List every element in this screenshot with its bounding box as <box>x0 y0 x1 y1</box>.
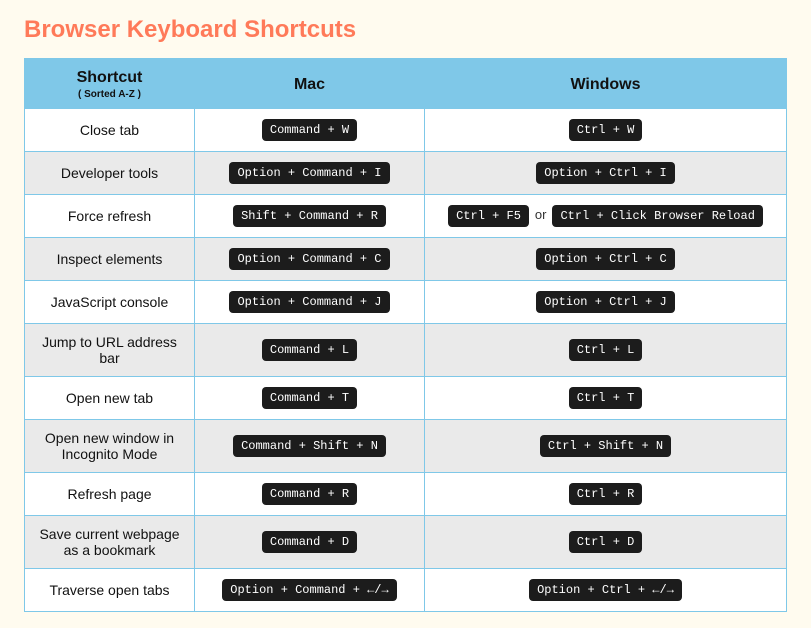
keyboard-shortcut: Ctrl + D <box>569 531 643 553</box>
mac-shortcut-cell: Option + Command + ←/→ <box>195 569 425 612</box>
keyboard-shortcut: Command + T <box>262 387 357 409</box>
column-header-windows: Windows <box>425 59 787 109</box>
mac-shortcut-cell: Option + Command + I <box>195 152 425 195</box>
mac-shortcut-cell: Command + Shift + N <box>195 420 425 473</box>
shortcut-name: Close tab <box>25 109 195 152</box>
keyboard-shortcut: Option + Ctrl + C <box>536 248 674 270</box>
windows-shortcut-cell: Ctrl + W <box>425 109 787 152</box>
keyboard-shortcut: Option + Command + I <box>229 162 389 184</box>
shortcut-name: Inspect elements <box>25 238 195 281</box>
windows-shortcut-cell: Option + Ctrl + C <box>425 238 787 281</box>
mac-shortcut-cell: Command + R <box>195 473 425 516</box>
keyboard-shortcut: Command + Shift + N <box>233 435 386 457</box>
keyboard-shortcut: Ctrl + F5 <box>448 205 529 227</box>
table-row: Open new window in Incognito Mode Command… <box>25 420 787 473</box>
mac-shortcut-cell: Shift + Command + R <box>195 195 425 238</box>
mac-shortcut-cell: Option + Command + J <box>195 281 425 324</box>
shortcut-name: Developer tools <box>25 152 195 195</box>
keyboard-shortcut: Ctrl + R <box>569 483 643 505</box>
keyboard-shortcut: Ctrl + W <box>569 119 643 141</box>
shortcut-name: Open new window in Incognito Mode <box>25 420 195 473</box>
table-row: Force refresh Shift + Command + R Ctrl + F… <box>25 195 787 238</box>
shortcut-name: JavaScript console <box>25 281 195 324</box>
column-header-shortcut-label: Shortcut <box>77 69 143 86</box>
keyboard-shortcut: Command + W <box>262 119 357 141</box>
table-row: JavaScript console Option + Command + J Op… <box>25 281 787 324</box>
windows-shortcut-cell: Ctrl + R <box>425 473 787 516</box>
keyboard-shortcut: Command + R <box>262 483 357 505</box>
keyboard-shortcut: Option + Ctrl + ←/→ <box>529 579 682 601</box>
windows-shortcut-cell: Ctrl + D <box>425 516 787 569</box>
keyboard-shortcut: Option + Ctrl + J <box>536 291 674 313</box>
shortcut-name: Traverse open tabs <box>25 569 195 612</box>
table-row: Save current webpage as a bookmark Comman… <box>25 516 787 569</box>
windows-shortcut-cell: Ctrl + Shift + N <box>425 420 787 473</box>
keyboard-shortcut: Ctrl + L <box>569 339 643 361</box>
keyboard-shortcut: Ctrl + Click Browser Reload <box>552 205 762 227</box>
windows-shortcut-cell: Option + Ctrl + ←/→ <box>425 569 787 612</box>
shortcut-name: Save current webpage as a bookmark <box>25 516 195 569</box>
shortcut-name: Jump to URL address bar <box>25 324 195 377</box>
windows-shortcut-cell: Ctrl + T <box>425 377 787 420</box>
mac-shortcut-cell: Command + T <box>195 377 425 420</box>
mac-shortcut-cell: Command + W <box>195 109 425 152</box>
windows-shortcut-cell: Option + Ctrl + I <box>425 152 787 195</box>
keyboard-shortcut: Command + L <box>262 339 357 361</box>
table-row: Close tab Command + W Ctrl + W <box>25 109 787 152</box>
or-separator: or <box>535 207 547 222</box>
keyboard-shortcut: Option + Command + J <box>229 291 389 313</box>
windows-shortcut-cell: Option + Ctrl + J <box>425 281 787 324</box>
shortcut-name: Force refresh <box>25 195 195 238</box>
mac-shortcut-cell: Command + L <box>195 324 425 377</box>
table-row: Jump to URL address bar Command + L Ctrl +… <box>25 324 787 377</box>
table-row: Inspect elements Option + Command + C Opti… <box>25 238 787 281</box>
table-row: Traverse open tabs Option + Command + ←/→… <box>25 569 787 612</box>
keyboard-shortcut: Option + Command + C <box>229 248 389 270</box>
shortcuts-table: Shortcut ( Sorted A-Z ) Mac Windows Clos… <box>24 58 787 612</box>
windows-shortcut-cell: Ctrl + F5 or Ctrl + Click Browser Reload <box>425 195 787 238</box>
keyboard-shortcut: Ctrl + Shift + N <box>540 435 671 457</box>
table-row: Open new tab Command + T Ctrl + T <box>25 377 787 420</box>
table-row: Refresh page Command + R Ctrl + R <box>25 473 787 516</box>
keyboard-shortcut: Command + D <box>262 531 357 553</box>
windows-shortcut-cell: Ctrl + L <box>425 324 787 377</box>
mac-shortcut-cell: Command + D <box>195 516 425 569</box>
column-header-mac: Mac <box>195 59 425 109</box>
column-header-shortcut: Shortcut ( Sorted A-Z ) <box>25 59 195 109</box>
page-title: Browser Keyboard Shortcuts <box>24 16 787 44</box>
shortcut-name: Refresh page <box>25 473 195 516</box>
keyboard-shortcut: Ctrl + T <box>569 387 643 409</box>
keyboard-shortcut: Shift + Command + R <box>233 205 386 227</box>
shortcut-name: Open new tab <box>25 377 195 420</box>
keyboard-shortcut: Option + Command + ←/→ <box>222 579 396 601</box>
table-row: Developer tools Option + Command + I Optio… <box>25 152 787 195</box>
keyboard-shortcut: Option + Ctrl + I <box>536 162 674 184</box>
mac-shortcut-cell: Option + Command + C <box>195 238 425 281</box>
column-header-shortcut-sub: ( Sorted A-Z ) <box>31 89 188 100</box>
